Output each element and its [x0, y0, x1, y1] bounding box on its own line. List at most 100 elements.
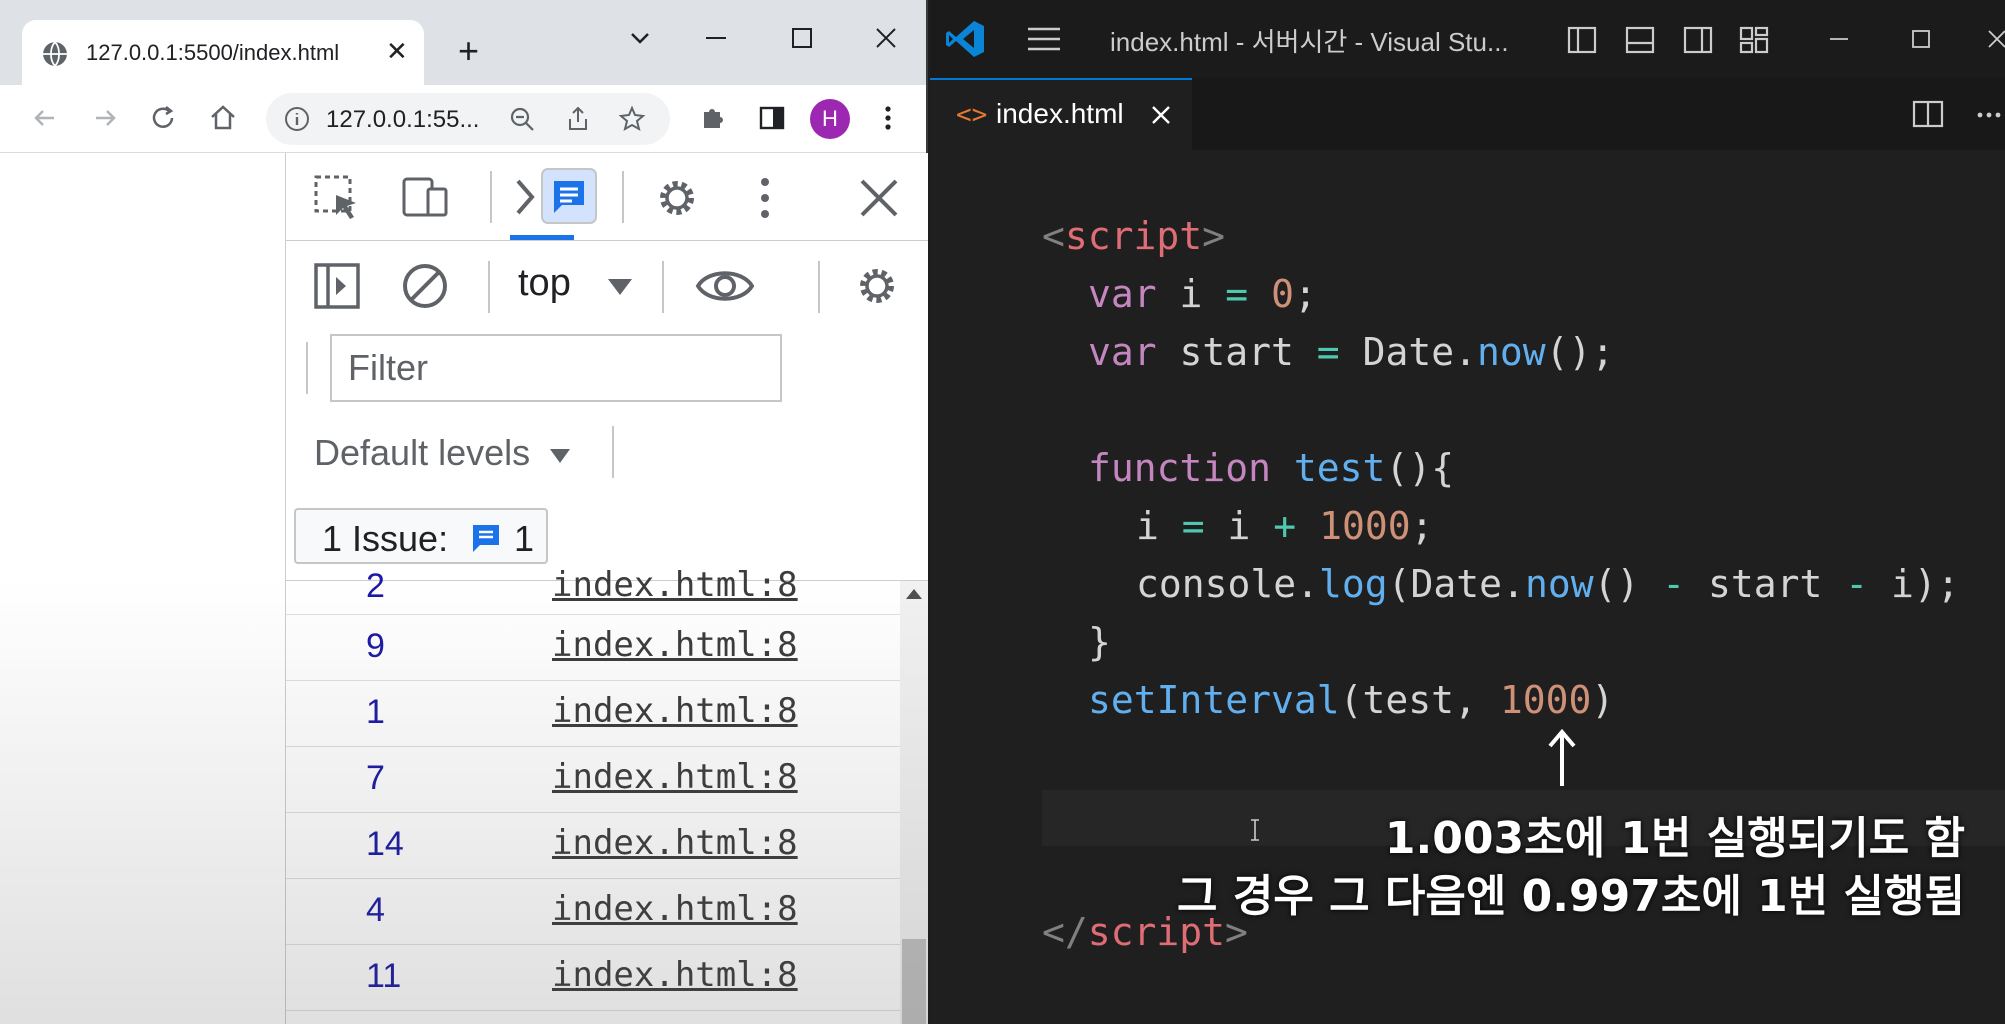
- console-filter-input[interactable]: Filter: [330, 334, 782, 402]
- log-row: 9 index.html:8: [286, 615, 900, 681]
- zoom-out-icon[interactable]: [508, 105, 536, 133]
- code-token: Date.: [1339, 330, 1477, 374]
- log-value: 4: [366, 891, 385, 929]
- code-token: ();: [1545, 330, 1615, 374]
- toggle-panel-icon[interactable]: [1624, 24, 1656, 56]
- code-token: >: [1202, 214, 1226, 258]
- console-toolbar: [286, 241, 928, 329]
- vscode-maximize-icon[interactable]: [1904, 22, 1938, 56]
- bookmark-star-icon[interactable]: [618, 105, 646, 133]
- devtools-more-icon[interactable]: [740, 173, 790, 223]
- code-token: =: [1316, 330, 1340, 374]
- toolbar-separator: [818, 261, 820, 313]
- split-editor-icon[interactable]: [1910, 96, 1946, 132]
- code-line-script-open: <script>: [1042, 214, 1225, 258]
- vscode-window: index.html - 서버시간 - Visual Stu... <> ind…: [930, 0, 2005, 1024]
- code-token: var: [1088, 272, 1157, 316]
- code-line-set-interval: setInterval(test, 1000): [1088, 678, 1614, 722]
- html-file-icon: <>: [956, 100, 988, 130]
- toolbar-separator: [662, 261, 664, 313]
- code-token: function: [1088, 446, 1272, 490]
- log-source-link[interactable]: index.html:8: [552, 955, 798, 995]
- code-token: (test,: [1339, 678, 1500, 722]
- code-line-close-brace: }: [1088, 620, 1111, 664]
- code-token: log: [1319, 562, 1388, 606]
- console-messages: 2 index.html:8 9 index.html:8 1 index.ht…: [286, 565, 928, 1024]
- toggle-secondary-sidebar-icon[interactable]: [1682, 24, 1714, 56]
- editor-tab-index-html[interactable]: <> index.html: [930, 78, 1192, 150]
- log-levels-dropdown[interactable]: Default levels: [314, 432, 574, 474]
- devtools-settings-gear-icon[interactable]: [652, 173, 702, 223]
- scroll-up-arrow-icon[interactable]: [906, 589, 922, 599]
- toggle-primary-sidebar-icon[interactable]: [1566, 24, 1598, 56]
- context-selector[interactable]: top: [518, 262, 571, 305]
- globe-icon: [43, 41, 67, 67]
- code-editor[interactable]: <script> var i = 0; var start = Date.now…: [930, 150, 2005, 1024]
- device-toolbar-icon[interactable]: [400, 173, 450, 223]
- log-source-link[interactable]: index.html:8: [552, 625, 798, 665]
- editor-more-actions-icon[interactable]: [1976, 102, 2002, 128]
- code-token: (): [1593, 562, 1663, 606]
- console-tab-icon[interactable]: [540, 167, 598, 225]
- profile-avatar[interactable]: H: [810, 99, 850, 139]
- dropdown-arrow-icon: [550, 449, 571, 464]
- console-settings-gear-icon[interactable]: [852, 261, 902, 311]
- vscode-close-icon[interactable]: [1980, 22, 2005, 56]
- home-icon[interactable]: [206, 101, 240, 135]
- code-token: -: [1845, 562, 1869, 606]
- side-panel-icon[interactable]: [756, 102, 788, 134]
- clear-console-icon[interactable]: [400, 261, 450, 311]
- share-icon[interactable]: [564, 105, 592, 133]
- code-token: +: [1273, 504, 1297, 548]
- customize-layout-icon[interactable]: [1738, 24, 1770, 56]
- code-token: ): [1591, 678, 1615, 722]
- code-token: setInterval: [1088, 678, 1340, 722]
- tab-close-icon[interactable]: ✕: [386, 38, 408, 64]
- active-tab-indicator: [510, 235, 574, 240]
- context-dropdown-arrow-icon[interactable]: [602, 269, 638, 305]
- caption-line-1: 1.003초에 1번 실행되기도 함: [1384, 813, 1965, 864]
- url-text[interactable]: 127.0.0.1:55...: [326, 106, 479, 134]
- more-menu-icon[interactable]: [872, 102, 904, 134]
- code-token: >: [1225, 910, 1248, 954]
- extensions-icon[interactable]: [696, 102, 728, 134]
- maximize-icon[interactable]: [782, 18, 822, 58]
- code-token: </: [1042, 910, 1088, 954]
- log-row: 4 index.html:8: [286, 879, 900, 945]
- live-expression-eye-icon[interactable]: [694, 255, 756, 317]
- log-source-link[interactable]: index.html:8: [552, 757, 798, 797]
- editor-tabs: <> index.html: [930, 78, 2005, 150]
- log-source-link[interactable]: index.html:8: [552, 889, 798, 929]
- new-tab-button[interactable]: +: [458, 33, 479, 69]
- devtools-close-icon[interactable]: [854, 173, 904, 223]
- log-source-link[interactable]: index.html:8: [552, 691, 798, 731]
- code-token: =: [1225, 272, 1249, 316]
- code-token: 1000: [1499, 678, 1592, 722]
- log-source-link[interactable]: index.html:8: [552, 823, 798, 863]
- inspect-element-icon[interactable]: [312, 173, 362, 223]
- scroll-thumb[interactable]: [902, 939, 926, 1024]
- minimize-icon[interactable]: [696, 18, 736, 58]
- show-sidebar-icon[interactable]: [312, 261, 362, 311]
- issue-message-icon: [473, 525, 499, 552]
- tab-strip: 127.0.0.1:5500/index.html ✕ +: [0, 0, 926, 86]
- log-source-link[interactable]: index.html:8: [552, 565, 798, 605]
- browser-tab[interactable]: 127.0.0.1:5500/index.html ✕: [22, 20, 424, 86]
- reload-icon[interactable]: [146, 101, 180, 135]
- hamburger-menu-icon[interactable]: [1026, 24, 1062, 54]
- close-window-icon[interactable]: [866, 18, 906, 58]
- forward-icon[interactable]: [88, 101, 122, 135]
- address-bar[interactable]: 127.0.0.1:55...: [266, 93, 670, 145]
- editor-tab-close-icon[interactable]: [1148, 102, 1174, 128]
- back-icon[interactable]: [28, 101, 62, 135]
- vscode-minimize-icon[interactable]: [1822, 22, 1856, 56]
- tab-search-icon[interactable]: [620, 18, 660, 58]
- code-token: ;: [1410, 504, 1434, 548]
- annotation-arrow-icon: [1548, 728, 1576, 786]
- site-info-icon[interactable]: [284, 106, 310, 132]
- issues-button[interactable]: 1 Issue: 1: [294, 508, 548, 564]
- console-scrollbar[interactable]: [900, 581, 928, 1024]
- filter-separator: [306, 342, 308, 394]
- devtools-main-toolbar: [286, 153, 928, 241]
